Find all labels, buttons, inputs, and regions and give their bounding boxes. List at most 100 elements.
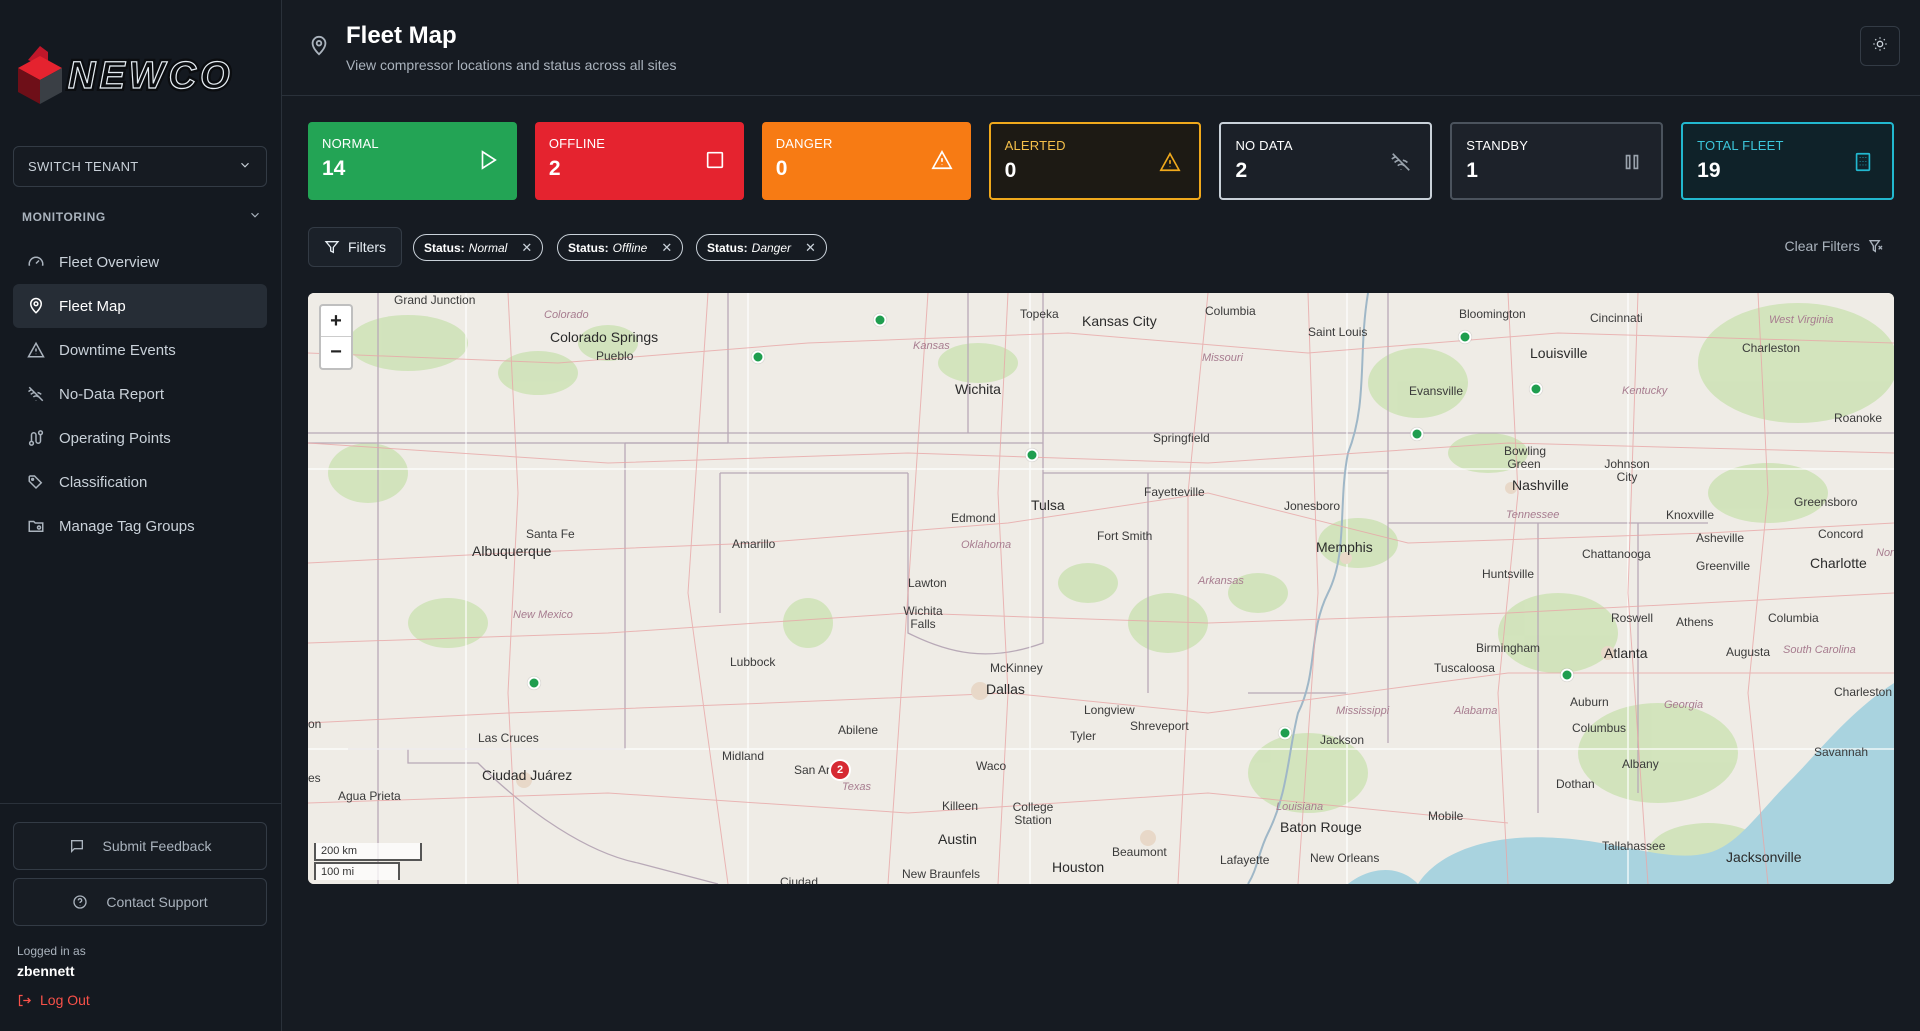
filter-chip-danger[interactable]: Status: Danger ✕	[696, 234, 827, 261]
map-label: Tyler	[1070, 729, 1097, 743]
compressor-marker-normal[interactable]	[1410, 427, 1424, 441]
filter-icon	[324, 239, 340, 255]
logout-link[interactable]: Log Out	[17, 992, 90, 1008]
compressor-marker-normal[interactable]	[527, 676, 541, 690]
switch-tenant-label: SWITCH TENANT	[28, 159, 139, 174]
map-label: Savannah	[1814, 745, 1869, 759]
map-label: Baton Rouge	[1280, 819, 1362, 835]
compressor-marker-normal[interactable]	[751, 350, 765, 364]
sidebar-item-downtime-events[interactable]: Downtime Events	[13, 328, 267, 372]
map-label: Shreveport	[1130, 719, 1189, 733]
stat-card-danger[interactable]: DANGER 0	[761, 122, 971, 200]
submit-feedback-button[interactable]: Submit Feedback	[13, 822, 267, 870]
clear-filters-button[interactable]: Clear Filters	[1785, 238, 1884, 254]
sidebar-item-manage-tag-groups[interactable]: Manage Tag Groups	[13, 504, 267, 548]
monitoring-section-label: MONITORING	[22, 209, 106, 224]
newco-logo[interactable]: NEWCO NEWCO	[18, 42, 248, 106]
map-label: Athens	[1676, 615, 1714, 629]
chevron-down-icon	[238, 158, 252, 175]
map-pin-icon	[25, 295, 47, 317]
filter-chip-offline[interactable]: Status: Offline ✕	[557, 234, 684, 261]
stat-card-total-fleet[interactable]: TOTAL FLEET 19	[1681, 122, 1895, 200]
map-label: Dothan	[1556, 777, 1595, 791]
map-label: Saint Louis	[1308, 325, 1368, 339]
stat-card-offline[interactable]: OFFLINE 2	[534, 122, 744, 200]
map-label: Huntsville	[1482, 567, 1535, 581]
compressor-marker-normal[interactable]	[873, 313, 887, 327]
close-icon[interactable]: ✕	[661, 240, 672, 256]
stat-value: 2	[1235, 159, 1248, 182]
route-icon	[25, 427, 47, 449]
map-label: Atlanta	[1604, 645, 1648, 661]
map-label: Texas	[842, 781, 871, 793]
map-label: Chattanooga	[1582, 547, 1651, 561]
map-label: Wichita	[955, 381, 1001, 397]
map-label: Roswell	[1611, 611, 1654, 625]
map-label: Houston	[1052, 859, 1105, 875]
message-square-icon	[69, 838, 85, 854]
sidebar-item-operating-points[interactable]: Operating Points	[13, 416, 267, 460]
contact-support-button[interactable]: Contact Support	[13, 878, 267, 926]
filters-button[interactable]: Filters	[308, 227, 402, 267]
sidebar-item-no-data-report[interactable]: No-Data Report	[13, 372, 267, 416]
map-label: Tuscaloosa	[1434, 661, 1495, 675]
sidebar-item-fleet-overview[interactable]: Fleet Overview	[13, 240, 267, 284]
scale-mi: 100 mi	[314, 862, 400, 880]
map-label: Jonesboro	[1284, 499, 1341, 513]
chip-value: Danger	[751, 240, 792, 255]
compressor-marker-normal[interactable]	[1560, 668, 1574, 682]
chevron-down-icon	[248, 208, 262, 225]
zoom-in-button[interactable]: +	[321, 306, 351, 337]
logout-icon	[17, 993, 32, 1008]
compressor-marker-normal[interactable]	[1458, 330, 1472, 344]
filter-chip-normal[interactable]: Status: Normal ✕	[413, 234, 544, 261]
compressor-marker-normal[interactable]	[1278, 726, 1292, 740]
sidebar-item-classification[interactable]: Classification	[13, 460, 267, 504]
scale-km: 200 km	[314, 843, 422, 861]
clear-filters-label: Clear Filters	[1784, 238, 1860, 254]
map-label: Las Cruces	[478, 731, 539, 745]
stat-card-standby[interactable]: STANDBY 1	[1450, 122, 1664, 200]
sidebar-item-label: Classification	[59, 473, 148, 491]
map-label: Kansas City	[1082, 313, 1157, 329]
map-label: es	[308, 771, 321, 785]
compressor-marker-normal[interactable]	[1025, 448, 1039, 462]
logout-label: Log Out	[40, 992, 90, 1008]
map-label: Columbus	[1572, 721, 1627, 735]
fleet-map[interactable]: Grand Junction Colorado Colorado Springs…	[308, 293, 1894, 884]
map-label: South Carolina	[1783, 644, 1856, 656]
sidebar-item-fleet-map[interactable]: Fleet Map	[13, 284, 267, 328]
close-icon[interactable]: ✕	[805, 240, 816, 256]
map-tiles	[308, 293, 1894, 884]
building-icon	[1852, 151, 1874, 173]
map-label: Albuquerque	[472, 543, 552, 559]
wifi-off-icon	[25, 383, 47, 405]
monitoring-section-toggle[interactable]: MONITORING	[22, 208, 262, 225]
close-icon[interactable]: ✕	[521, 240, 532, 256]
theme-toggle-button[interactable]	[1860, 26, 1900, 66]
map-label: Columbia	[1768, 611, 1819, 625]
map-label: Colorado Springs	[550, 329, 659, 345]
map-label: Ciudad	[780, 875, 819, 884]
zoom-out-button[interactable]: −	[321, 337, 351, 368]
stat-card-normal[interactable]: NORMAL 14	[308, 122, 517, 200]
sidebar: NEWCO NEWCO SWITCH TENANT MONITORING Fle…	[0, 0, 282, 1031]
map-label: Waco	[976, 759, 1007, 773]
compressor-marker-normal[interactable]	[1529, 382, 1543, 396]
stat-label: STANDBY	[1466, 138, 1529, 153]
map-label: Mobile	[1428, 809, 1464, 823]
map-label: Nashville	[1512, 477, 1569, 493]
map-label: Killeen	[942, 799, 979, 813]
map-label: Charlotte	[1810, 555, 1867, 571]
stat-card-alerted[interactable]: ALERTED 0	[988, 122, 1202, 200]
map-label: Georgia	[1664, 699, 1704, 711]
switch-tenant-dropdown[interactable]: SWITCH TENANT	[13, 146, 267, 187]
map-label: New Mexico	[513, 609, 573, 621]
offline-cluster-marker[interactable]: 2	[829, 759, 851, 781]
folder-settings-icon	[25, 515, 47, 537]
stat-card-no-data[interactable]: NO DATA 2	[1219, 122, 1433, 200]
map-label: Grand Junction	[394, 293, 476, 307]
stat-value: 0	[775, 157, 788, 180]
map-label: Kansas	[913, 340, 950, 352]
sidebar-item-label: Manage Tag Groups	[59, 517, 195, 535]
